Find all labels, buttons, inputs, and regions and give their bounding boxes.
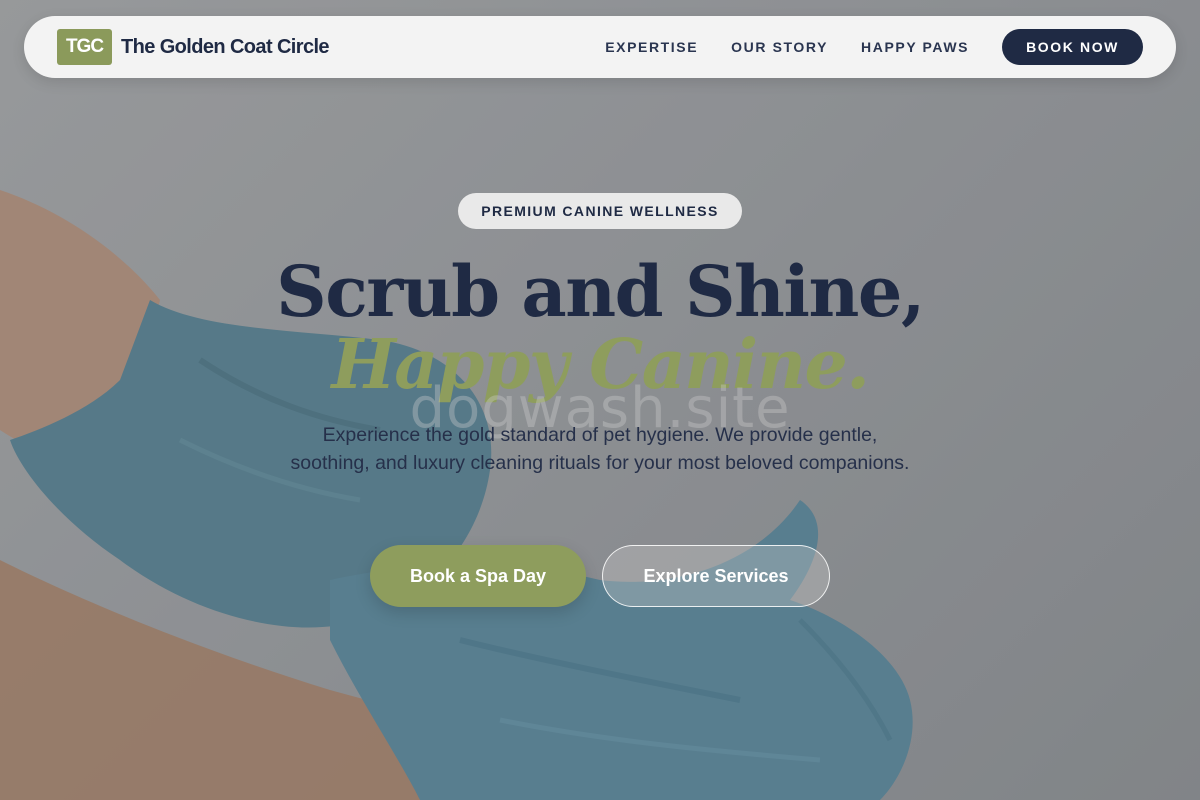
top-navbar: TGC The Golden Coat Circle EXPERTISE OUR…	[24, 16, 1176, 78]
hero-subtext: Experience the gold standard of pet hygi…	[290, 424, 910, 474]
book-now-button[interactable]: BOOK NOW	[1002, 29, 1143, 65]
brand-logo[interactable]: TGC	[57, 29, 112, 65]
brand[interactable]: TGC The Golden Coat Circle	[57, 29, 330, 65]
nav-links: EXPERTISE OUR STORY HAPPY PAWS BOOK NOW	[605, 29, 1143, 65]
hero-badge: PREMIUM CANINE WELLNESS	[458, 193, 742, 229]
explore-services-button[interactable]: Explore Services	[602, 545, 830, 607]
nav-link-our-story[interactable]: OUR STORY	[731, 39, 828, 55]
nav-link-happy-paws[interactable]: HAPPY PAWS	[861, 39, 969, 55]
nav-link-expertise[interactable]: EXPERTISE	[605, 39, 698, 55]
book-spa-day-button[interactable]: Book a Spa Day	[370, 545, 586, 607]
brand-name[interactable]: The Golden Coat Circle	[121, 36, 330, 59]
